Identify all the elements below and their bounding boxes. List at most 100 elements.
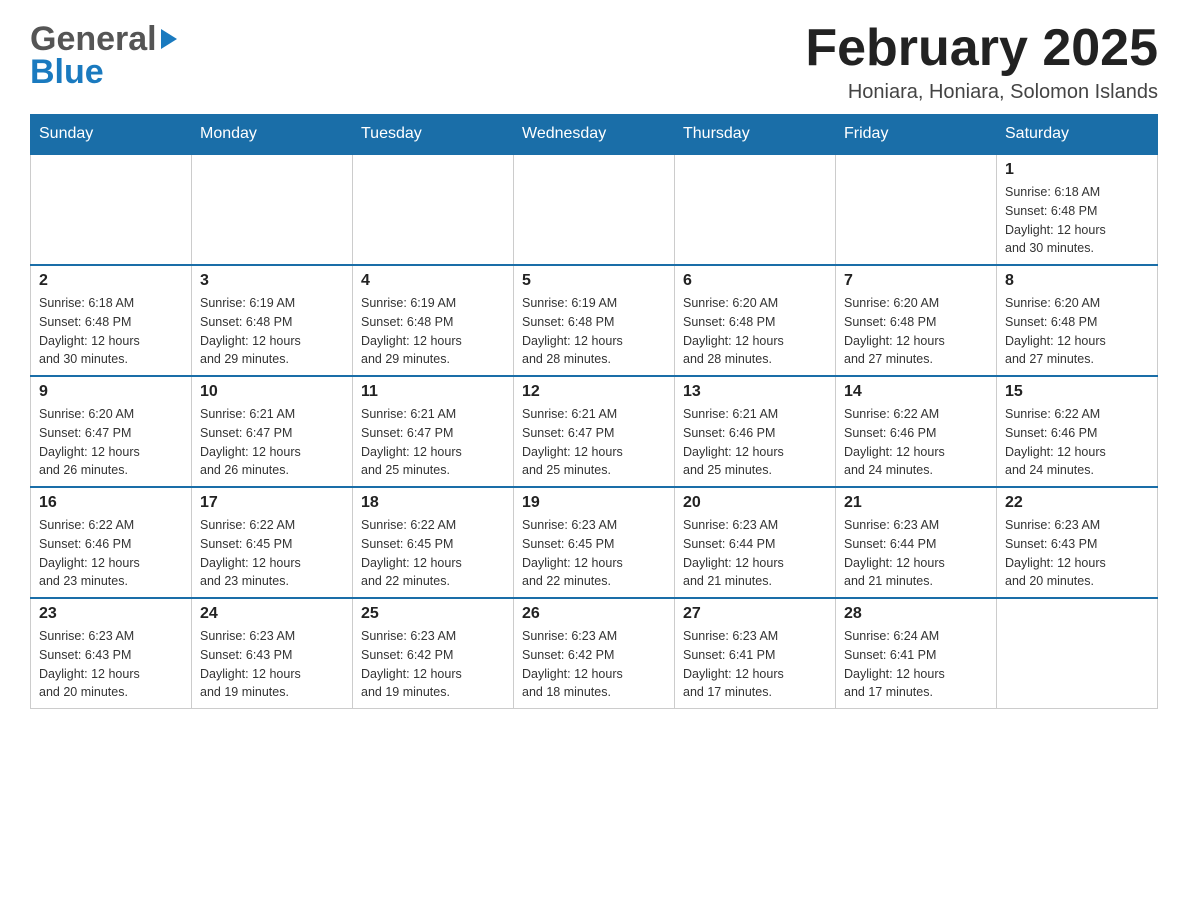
table-row: 25 Sunrise: 6:23 AMSunset: 6:42 PMDayligh… xyxy=(353,598,514,709)
day-info: Sunrise: 6:21 AMSunset: 6:47 PMDaylight:… xyxy=(361,405,505,480)
day-info: Sunrise: 6:21 AMSunset: 6:46 PMDaylight:… xyxy=(683,405,827,480)
table-row: 3 Sunrise: 6:19 AMSunset: 6:48 PMDaylight… xyxy=(192,265,353,376)
day-info: Sunrise: 6:22 AMSunset: 6:46 PMDaylight:… xyxy=(1005,405,1149,480)
day-info: Sunrise: 6:20 AMSunset: 6:48 PMDaylight:… xyxy=(683,294,827,369)
page-header: General Blue February 2025 Honiara, Honi… xyxy=(30,20,1158,104)
day-info: Sunrise: 6:19 AMSunset: 6:48 PMDaylight:… xyxy=(361,294,505,369)
table-row: 11 Sunrise: 6:21 AMSunset: 6:47 PMDayligh… xyxy=(353,376,514,487)
col-sunday: Sunday xyxy=(31,115,192,155)
day-number: 13 xyxy=(683,383,827,401)
day-number: 9 xyxy=(39,383,183,401)
table-row: 19 Sunrise: 6:23 AMSunset: 6:45 PMDayligh… xyxy=(514,487,675,598)
table-row xyxy=(353,154,514,265)
day-info: Sunrise: 6:23 AMSunset: 6:41 PMDaylight:… xyxy=(683,627,827,702)
day-number: 3 xyxy=(200,272,344,290)
day-number: 22 xyxy=(1005,494,1149,512)
location-subtitle: Honiara, Honiara, Solomon Islands xyxy=(805,81,1158,104)
table-row: 13 Sunrise: 6:21 AMSunset: 6:46 PMDayligh… xyxy=(675,376,836,487)
day-number: 23 xyxy=(39,605,183,623)
calendar-week-row: 1Sunrise: 6:18 AMSunset: 6:48 PMDaylight… xyxy=(31,154,1158,265)
day-number: 7 xyxy=(844,272,988,290)
day-number: 27 xyxy=(683,605,827,623)
col-tuesday: Tuesday xyxy=(353,115,514,155)
calendar-week-row: 9 Sunrise: 6:20 AMSunset: 6:47 PMDaylight… xyxy=(31,376,1158,487)
col-saturday: Saturday xyxy=(997,115,1158,155)
col-wednesday: Wednesday xyxy=(514,115,675,155)
table-row: 24Sunrise: 6:23 AMSunset: 6:43 PMDayligh… xyxy=(192,598,353,709)
table-row xyxy=(675,154,836,265)
col-friday: Friday xyxy=(836,115,997,155)
day-info: Sunrise: 6:23 AMSunset: 6:44 PMDaylight:… xyxy=(683,516,827,591)
day-info: Sunrise: 6:21 AMSunset: 6:47 PMDaylight:… xyxy=(522,405,666,480)
table-row: 27 Sunrise: 6:23 AMSunset: 6:41 PMDayligh… xyxy=(675,598,836,709)
day-info: Sunrise: 6:20 AMSunset: 6:47 PMDaylight:… xyxy=(39,405,183,480)
day-number: 14 xyxy=(844,383,988,401)
calendar-week-row: 16 Sunrise: 6:22 AMSunset: 6:46 PMDayligh… xyxy=(31,487,1158,598)
table-row: 4 Sunrise: 6:19 AMSunset: 6:48 PMDaylight… xyxy=(353,265,514,376)
table-row: 26 Sunrise: 6:23 AMSunset: 6:42 PMDayligh… xyxy=(514,598,675,709)
day-info: Sunrise: 6:23 AMSunset: 6:42 PMDaylight:… xyxy=(522,627,666,702)
day-info: Sunrise: 6:23 AMSunset: 6:43 PMDaylight:… xyxy=(1005,516,1149,591)
day-info: Sunrise: 6:20 AMSunset: 6:48 PMDaylight:… xyxy=(1005,294,1149,369)
table-row: 17 Sunrise: 6:22 AMSunset: 6:45 PMDayligh… xyxy=(192,487,353,598)
day-number: 20 xyxy=(683,494,827,512)
calendar-week-row: 2 Sunrise: 6:18 AMSunset: 6:48 PMDaylight… xyxy=(31,265,1158,376)
day-info: Sunrise: 6:23 AMSunset: 6:44 PMDaylight:… xyxy=(844,516,988,591)
day-number: 26 xyxy=(522,605,666,623)
table-row: 20 Sunrise: 6:23 AMSunset: 6:44 PMDayligh… xyxy=(675,487,836,598)
day-number: 15 xyxy=(1005,383,1149,401)
day-number: 10 xyxy=(200,383,344,401)
day-number: 5 xyxy=(522,272,666,290)
table-row: 15 Sunrise: 6:22 AMSunset: 6:46 PMDayligh… xyxy=(997,376,1158,487)
day-info: Sunrise: 6:22 AMSunset: 6:46 PMDaylight:… xyxy=(39,516,183,591)
table-row: 16 Sunrise: 6:22 AMSunset: 6:46 PMDayligh… xyxy=(31,487,192,598)
day-info: Sunrise: 6:21 AMSunset: 6:47 PMDaylight:… xyxy=(200,405,344,480)
month-title: February 2025 xyxy=(805,20,1158,77)
day-number: 8 xyxy=(1005,272,1149,290)
table-row xyxy=(192,154,353,265)
day-number: 21 xyxy=(844,494,988,512)
table-row: 12 Sunrise: 6:21 AMSunset: 6:47 PMDayligh… xyxy=(514,376,675,487)
day-info: Sunrise: 6:24 AMSunset: 6:41 PMDaylight:… xyxy=(844,627,988,702)
day-info: Sunrise: 6:19 AMSunset: 6:48 PMDaylight:… xyxy=(522,294,666,369)
table-row: 9 Sunrise: 6:20 AMSunset: 6:47 PMDaylight… xyxy=(31,376,192,487)
table-row: 22 Sunrise: 6:23 AMSunset: 6:43 PMDayligh… xyxy=(997,487,1158,598)
table-row xyxy=(836,154,997,265)
day-info: Sunrise: 6:23 AMSunset: 6:43 PMDaylight:… xyxy=(200,627,344,702)
col-thursday: Thursday xyxy=(675,115,836,155)
day-number: 16 xyxy=(39,494,183,512)
day-number: 25 xyxy=(361,605,505,623)
day-info: Sunrise: 6:22 AMSunset: 6:45 PMDaylight:… xyxy=(200,516,344,591)
day-info: Sunrise: 6:22 AMSunset: 6:46 PMDaylight:… xyxy=(844,405,988,480)
calendar-table: Sunday Monday Tuesday Wednesday Thursday… xyxy=(30,114,1158,709)
table-row: 2 Sunrise: 6:18 AMSunset: 6:48 PMDaylight… xyxy=(31,265,192,376)
day-number: 2 xyxy=(39,272,183,290)
day-info: Sunrise: 6:19 AMSunset: 6:48 PMDaylight:… xyxy=(200,294,344,369)
table-row: 7Sunrise: 6:20 AMSunset: 6:48 PMDaylight… xyxy=(836,265,997,376)
day-number: 18 xyxy=(361,494,505,512)
day-number: 11 xyxy=(361,383,505,401)
col-monday: Monday xyxy=(192,115,353,155)
day-number: 19 xyxy=(522,494,666,512)
day-info: Sunrise: 6:18 AMSunset: 6:48 PMDaylight:… xyxy=(39,294,183,369)
table-row: 14 Sunrise: 6:22 AMSunset: 6:46 PMDayligh… xyxy=(836,376,997,487)
day-number: 12 xyxy=(522,383,666,401)
day-number: 4 xyxy=(361,272,505,290)
table-row: 6 Sunrise: 6:20 AMSunset: 6:48 PMDaylight… xyxy=(675,265,836,376)
day-number: 17 xyxy=(200,494,344,512)
title-block: February 2025 Honiara, Honiara, Solomon … xyxy=(805,20,1158,104)
table-row: 5 Sunrise: 6:19 AMSunset: 6:48 PMDaylight… xyxy=(514,265,675,376)
table-row: 1Sunrise: 6:18 AMSunset: 6:48 PMDaylight… xyxy=(997,154,1158,265)
day-number: 6 xyxy=(683,272,827,290)
day-info: Sunrise: 6:23 AMSunset: 6:42 PMDaylight:… xyxy=(361,627,505,702)
table-row: 8 Sunrise: 6:20 AMSunset: 6:48 PMDaylight… xyxy=(997,265,1158,376)
day-info: Sunrise: 6:22 AMSunset: 6:45 PMDaylight:… xyxy=(361,516,505,591)
logo-arrow-icon xyxy=(161,29,177,49)
day-number: 28 xyxy=(844,605,988,623)
table-row: 18 Sunrise: 6:22 AMSunset: 6:45 PMDayligh… xyxy=(353,487,514,598)
day-info: Sunrise: 6:23 AMSunset: 6:45 PMDaylight:… xyxy=(522,516,666,591)
table-row: 21 Sunrise: 6:23 AMSunset: 6:44 PMDayligh… xyxy=(836,487,997,598)
table-row xyxy=(31,154,192,265)
table-row xyxy=(514,154,675,265)
day-info: Sunrise: 6:18 AMSunset: 6:48 PMDaylight:… xyxy=(1005,183,1149,258)
